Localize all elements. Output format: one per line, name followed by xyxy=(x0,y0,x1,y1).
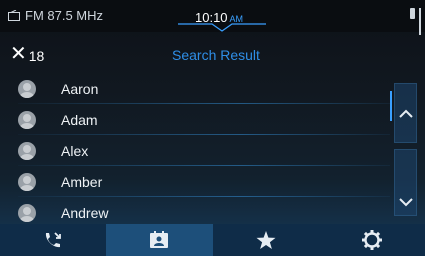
settings-gear-icon xyxy=(361,230,382,250)
chevron-down-icon xyxy=(398,198,413,207)
status-notch xyxy=(178,23,266,32)
contact-name: Amber xyxy=(61,173,103,190)
close-icon: ✕ xyxy=(10,43,27,65)
scroll-down-button[interactable] xyxy=(394,149,417,216)
avatar-icon xyxy=(18,172,36,191)
contact-name: Alex xyxy=(61,142,89,159)
battery-icon xyxy=(410,8,415,19)
scroll-thumb[interactable] xyxy=(390,91,392,121)
avatar-icon xyxy=(18,141,36,160)
result-count: 18 xyxy=(28,48,45,64)
contact-row[interactable]: Amber xyxy=(18,166,390,197)
tab-contacts[interactable] xyxy=(106,224,213,256)
avatar-icon xyxy=(18,203,36,222)
radio-source-label: FM 87.5 MHz xyxy=(25,8,104,23)
bottom-nav xyxy=(0,224,425,256)
chevron-up-icon xyxy=(398,109,413,118)
avatar-icon xyxy=(18,110,36,129)
favorites-star-icon xyxy=(256,230,276,249)
close-search-button[interactable]: ✕ 18 xyxy=(10,44,44,64)
contact-name: Adam xyxy=(61,111,98,128)
status-bar: FM 87.5 MHz 10:10 AM xyxy=(0,0,425,35)
contact-row[interactable]: Aaron xyxy=(18,73,390,104)
radio-icon xyxy=(8,10,20,21)
contact-row[interactable]: Adam xyxy=(18,104,390,135)
tab-favorites[interactable] xyxy=(213,224,319,256)
scroll-up-button[interactable] xyxy=(394,83,417,143)
search-header: ✕ 18 Search Result xyxy=(0,38,425,68)
contact-row[interactable]: Alex xyxy=(18,135,390,166)
tab-settings[interactable] xyxy=(319,224,425,256)
contact-list: Aaron Adam Alex Amber Andrew xyxy=(18,73,390,228)
recent-calls-icon xyxy=(46,232,62,248)
status-icons xyxy=(410,8,421,35)
contact-name: Aaron xyxy=(61,80,99,97)
avatar-icon xyxy=(18,79,36,98)
page-title: Search Result xyxy=(172,47,260,63)
radio-source[interactable]: FM 87.5 MHz xyxy=(8,8,103,23)
contacts-icon xyxy=(150,231,169,248)
phone-search-screen: FM 87.5 MHz 10:10 AM ✕ 18 Search Result A… xyxy=(0,0,425,256)
contact-name: Andrew xyxy=(61,204,109,221)
list-scrollbar[interactable] xyxy=(390,83,417,216)
signal-icon xyxy=(419,8,421,35)
tab-recent-calls[interactable] xyxy=(0,224,106,256)
